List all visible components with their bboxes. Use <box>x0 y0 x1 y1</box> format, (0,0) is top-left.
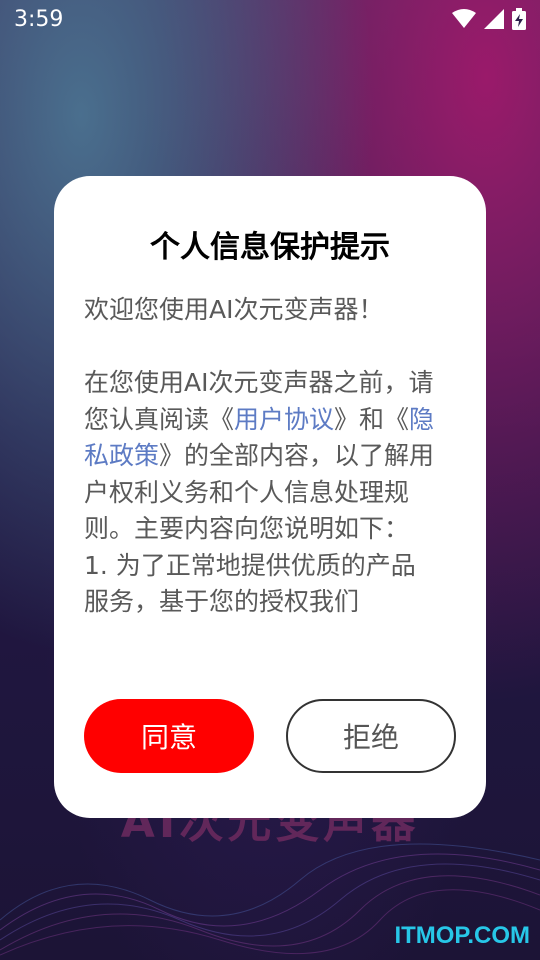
list-item: 1. 为了正常地提供优质的产品服务，基于您的授权我们 <box>84 550 416 617</box>
wifi-icon <box>452 9 476 28</box>
reject-button[interactable]: 拒绝 <box>286 699 456 773</box>
paragraph-text: 》和《 <box>334 404 410 434</box>
agreement-paragraph: 在您使用AI次元变声器之前，请您认真阅读《用户协议》和《隐私政策》的全部内容，以… <box>84 365 436 548</box>
watermark: ITMOP.COM <box>394 922 530 949</box>
status-bar: 3:59 <box>0 0 540 38</box>
privacy-dialog: 个人信息保护提示 欢迎您使用AI次元变声器！ 在您使用AI次元变声器之前，请您认… <box>54 176 486 818</box>
signal-icon <box>484 9 504 29</box>
user-agreement-link[interactable]: 用户协议 <box>234 405 334 434</box>
dialog-body[interactable]: 欢迎您使用AI次元变声器！ 在您使用AI次元变声器之前，请您认真阅读《用户协议》… <box>84 292 436 652</box>
status-time: 3:59 <box>14 6 64 32</box>
agree-button[interactable]: 同意 <box>84 699 254 773</box>
status-icons <box>452 8 526 30</box>
dialog-title: 个人信息保护提示 <box>150 230 390 265</box>
battery-charging-icon <box>512 8 526 30</box>
welcome-text: 欢迎您使用AI次元变声器！ <box>84 295 384 324</box>
